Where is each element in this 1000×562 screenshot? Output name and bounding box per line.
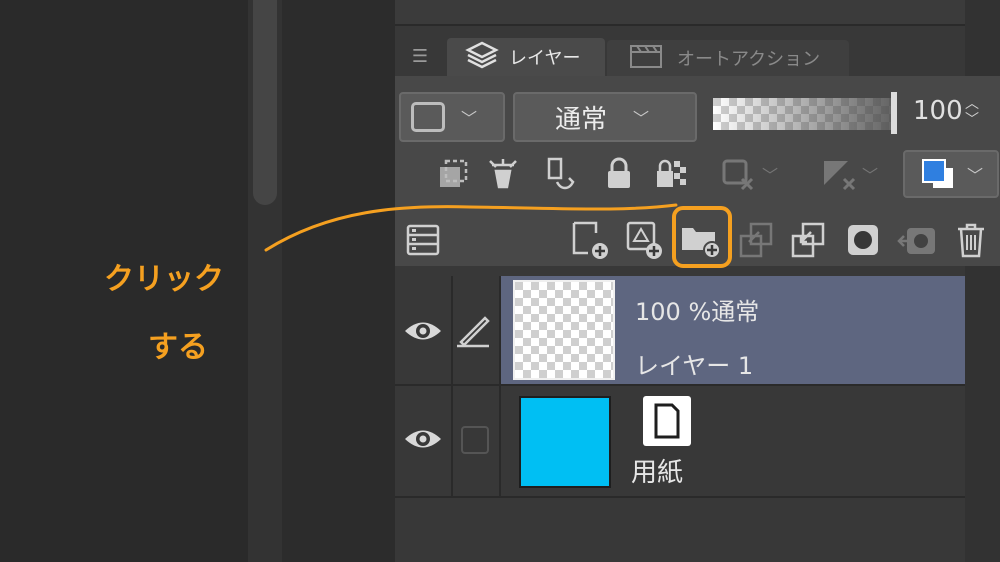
annotation-text-line2: する <box>148 330 208 365</box>
annotation-highlight-box <box>672 206 732 268</box>
annotation-arrow-line <box>264 203 678 252</box>
annotation-text-line1: クリック <box>104 262 224 297</box>
